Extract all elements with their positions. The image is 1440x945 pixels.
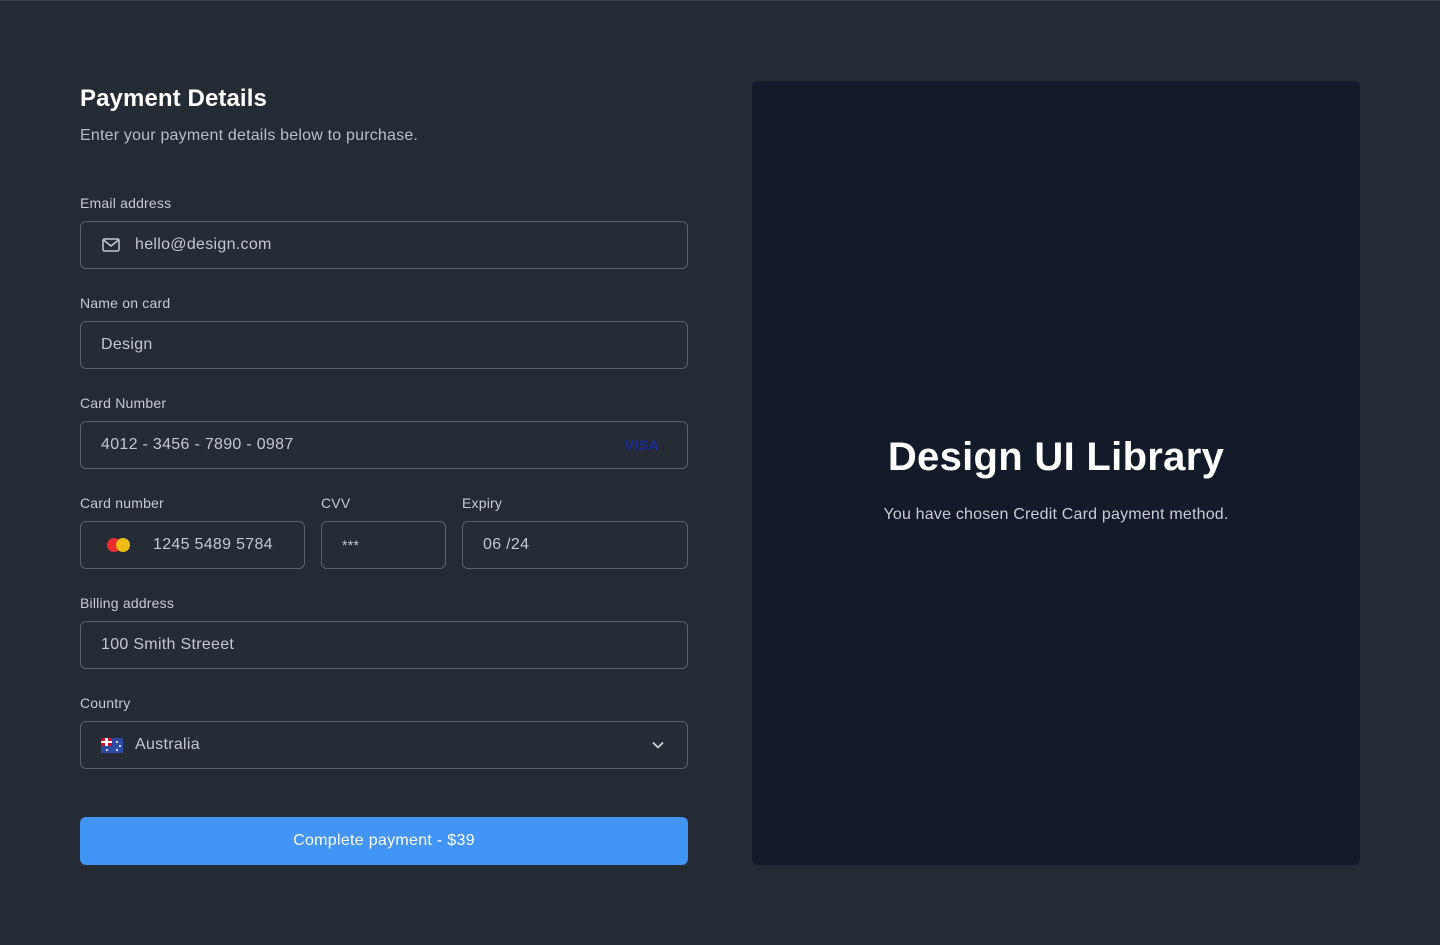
country-label: Country xyxy=(80,695,131,711)
mail-icon xyxy=(101,235,121,255)
visa-logo-icon: VISA xyxy=(624,437,659,453)
billing-address-field[interactable]: 100 Smith Streeet xyxy=(80,621,688,669)
name-on-card-value: Design xyxy=(101,336,153,353)
payment-form-header: Payment Details Enter your payment detai… xyxy=(80,81,688,145)
complete-payment-button[interactable]: Complete payment - $39 xyxy=(80,817,688,865)
info-panel: Design UI Library You have chosen Credit… xyxy=(752,81,1360,865)
card-number-label: Card Number xyxy=(80,395,167,411)
card-number-field[interactable]: 4012 - 3456 - 7890 - 0987 VISA xyxy=(80,421,688,469)
card-number-short-value: 1245 5489 5784 xyxy=(153,536,273,553)
name-on-card-field[interactable]: Design xyxy=(80,321,688,369)
name-on-card-label: Name on card xyxy=(80,295,171,311)
page-title: Payment Details xyxy=(80,85,267,112)
email-value: hello@design.com xyxy=(135,236,272,253)
cvv-value: *** xyxy=(342,537,360,553)
country-value: Australia xyxy=(135,736,200,753)
page-subtitle: Enter your payment details below to purc… xyxy=(80,127,419,144)
card-number-value: 4012 - 3456 - 7890 - 0987 xyxy=(101,436,294,453)
panel-title: Design UI Library xyxy=(887,434,1225,479)
expiry-value: 06 /24 xyxy=(483,536,530,553)
cvv-label: CVV xyxy=(321,495,351,511)
email-label: Email address xyxy=(80,195,172,211)
billing-address-value: 100 Smith Streeet xyxy=(101,636,235,653)
cvv-field[interactable]: *** xyxy=(321,521,446,569)
card-number-short-label: Card number xyxy=(80,495,164,511)
billing-address-label: Billing address xyxy=(80,595,175,611)
australia-flag-icon xyxy=(101,737,123,753)
country-select[interactable]: Australia xyxy=(80,721,688,769)
payment-page: Payment Details Enter your payment detai… xyxy=(0,0,1440,945)
card-number-short-field[interactable]: 1245 5489 5784 xyxy=(80,521,305,569)
chevron-down-icon[interactable] xyxy=(651,738,665,752)
expiry-field[interactable]: 06 /24 xyxy=(462,521,688,569)
mastercard-icon xyxy=(107,537,135,553)
panel-text: You have chosen Credit Card payment meth… xyxy=(883,505,1229,523)
email-field[interactable]: hello@design.com xyxy=(80,221,688,269)
expiry-label: Expiry xyxy=(462,495,503,511)
